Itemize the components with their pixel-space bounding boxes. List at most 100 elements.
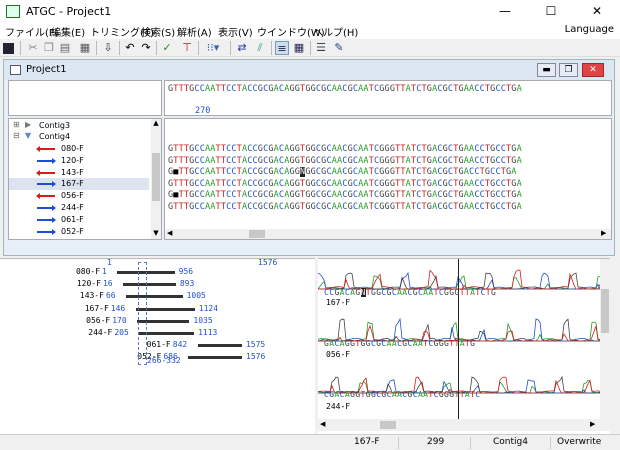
overview-read-bar[interactable] bbox=[197, 344, 242, 348]
consensus-sequence: GTTTGCCAATTCCTACCGCGACAGGTGGCGCAACGCAATC… bbox=[168, 84, 522, 94]
overview-read-end: 1124 bbox=[198, 303, 219, 313]
forward-arrow-icon bbox=[37, 181, 56, 188]
grid-icon[interactable]: ⁝⁝▾ bbox=[203, 41, 223, 55]
toolbar: ✂ ❐ ▤ ▦ ⇩ ↶ ↷ ✓ ⊤ ⁝⁝▾ ⇄ ⫽ ≡ ▦ ☰ ✎ bbox=[0, 39, 620, 57]
compare-icon[interactable]: ⫽ bbox=[253, 41, 267, 55]
overview-read-start: 16 bbox=[102, 279, 113, 289]
trace-view[interactable]: 167-F 056-F 244-F CCGACAGNTGGCGCAACGCAAT… bbox=[318, 258, 610, 434]
paste-icon[interactable]: ▤ bbox=[58, 41, 72, 55]
trace-hscrollbar[interactable]: ◀ ▶ bbox=[318, 419, 610, 431]
view-window-range: 266-332 bbox=[147, 356, 181, 365]
trace-vscrollbar[interactable] bbox=[600, 259, 610, 419]
tree-item-read[interactable]: 143-F bbox=[9, 167, 149, 179]
tree-item-label: 061-F bbox=[61, 214, 84, 224]
alignment-row: GTTTGCCAATTCCTACCGCGACAGGTGGCGCAACGCAATC… bbox=[168, 144, 522, 154]
tree-item-read[interactable]: 080-F bbox=[9, 143, 149, 155]
minimize-button[interactable]: — bbox=[482, 0, 528, 23]
undo-icon[interactable]: ↶ bbox=[123, 41, 137, 55]
save-icon[interactable] bbox=[3, 43, 14, 54]
scroll-down-icon[interactable]: ▼ bbox=[151, 229, 161, 237]
scrollbar-thumb[interactable] bbox=[152, 153, 160, 201]
child-close-button[interactable]: ✕ bbox=[582, 63, 604, 77]
overview-read-name: 120-F bbox=[76, 279, 101, 289]
overview-read-end: 1575 bbox=[245, 340, 266, 350]
assemble-icon[interactable]: ⊤ bbox=[180, 41, 194, 55]
trace-label: 056-F bbox=[326, 350, 351, 359]
alignment-row: GTTTGCCAATTCCTACCGCGACAGGTGGCGCAACGCAATC… bbox=[168, 201, 522, 212]
scrollbar-thumb[interactable] bbox=[601, 289, 609, 333]
tree-item-label: Contig4 bbox=[39, 132, 71, 141]
tick-marks bbox=[192, 98, 611, 106]
contig-tree: ⊞ ▶ Contig3 ⊟ ▼ Contig4 080-F 120-F 143-F 1… bbox=[8, 118, 162, 240]
cut-icon[interactable]: ✂ bbox=[26, 41, 40, 55]
language-menu[interactable]: Language bbox=[565, 24, 614, 35]
overview-read-name: 080-F bbox=[75, 267, 101, 276]
scroll-left-icon[interactable]: ◀ bbox=[320, 420, 325, 428]
tree-scrollbar[interactable]: ▲ ▼ bbox=[151, 119, 161, 239]
menu-help[interactable]: ヘルプ(H) bbox=[313, 24, 358, 39]
view-window-marker[interactable] bbox=[138, 262, 147, 365]
swap-icon[interactable]: ⇄ bbox=[235, 41, 249, 55]
close-button[interactable]: ✕ bbox=[574, 0, 620, 23]
tree-item-read[interactable]: 052-F bbox=[9, 226, 149, 238]
list-view-icon[interactable]: ≡ bbox=[275, 41, 289, 55]
status-position: 299 bbox=[398, 437, 468, 449]
menu-view[interactable]: 表示(V) bbox=[218, 24, 253, 39]
overview-read-name: 167-F bbox=[84, 303, 109, 313]
import-icon[interactable]: ⇩ bbox=[101, 41, 115, 55]
scrollbar-thumb[interactable] bbox=[380, 421, 396, 429]
chromatogram-trace bbox=[318, 269, 600, 290]
alignment-view[interactable]: GTTTGCCAATTCCTACCGCGACAGGTGGCGCAACGCAATC… bbox=[164, 118, 612, 240]
overview-read-bar[interactable] bbox=[122, 283, 176, 287]
menu-edit[interactable]: 編集(E) bbox=[51, 24, 85, 39]
toolbar-separator bbox=[198, 41, 199, 55]
overview-read-name: 056-F bbox=[86, 315, 111, 325]
overview-read-end: 956 bbox=[178, 267, 194, 276]
redo-icon[interactable]: ↷ bbox=[139, 41, 153, 55]
scrollbar-thumb[interactable] bbox=[249, 230, 265, 238]
scroll-up-icon[interactable]: ▲ bbox=[151, 119, 161, 127]
edit-icon[interactable]: ✎ bbox=[332, 41, 346, 55]
tree-item-read[interactable]: 244-F bbox=[9, 202, 149, 214]
trim-icon[interactable]: ✓ bbox=[160, 41, 174, 55]
alignment-hscrollbar[interactable]: ◀ ▶ bbox=[165, 229, 611, 239]
status-read: 167-F bbox=[354, 437, 380, 447]
align-icon[interactable]: ☰ bbox=[314, 41, 328, 55]
overview-read-bar[interactable] bbox=[139, 332, 195, 335]
tree-item-contig4[interactable]: ⊟ ▼ Contig4 bbox=[9, 131, 149, 143]
menu-analysis[interactable]: 解析(A) bbox=[177, 24, 212, 39]
tree-item-read[interactable]: 056-F bbox=[9, 190, 149, 202]
tree-item-read[interactable]: 167-F bbox=[9, 178, 149, 191]
scroll-right-icon[interactable]: ▶ bbox=[590, 420, 595, 428]
collapse-icon[interactable]: ⊟ bbox=[13, 131, 20, 140]
overview-read-end: 1576 bbox=[246, 352, 266, 362]
forward-arrow-icon bbox=[37, 216, 56, 223]
trace-bases: CGACAGGTGGCGCAACGCAATCGGGTTATC bbox=[324, 390, 481, 399]
ruler-label-area bbox=[8, 80, 162, 116]
title-bar: ATGC - Project1 — ☐ ✕ bbox=[0, 0, 620, 23]
overview-read-end: 1005 bbox=[186, 291, 206, 301]
overview-top-end: 1576 bbox=[258, 258, 278, 267]
overview-read-bar[interactable] bbox=[125, 295, 183, 299]
scroll-left-icon[interactable]: ◀ bbox=[167, 229, 172, 237]
tree-item-read[interactable]: 120-F bbox=[9, 155, 149, 167]
chromatogram-trace bbox=[318, 271, 600, 290]
assembly-overview[interactable]: 1 1576 080-F 1 956 120-F 16 893 143-F 66 1005 167… bbox=[0, 258, 315, 434]
print-icon[interactable]: ▦ bbox=[78, 41, 92, 55]
menu-search[interactable]: 検索(S) bbox=[141, 24, 175, 39]
overview-read-end: 893 bbox=[179, 279, 195, 289]
tree-item-label: Contig3 bbox=[39, 121, 71, 130]
copy-icon[interactable]: ❐ bbox=[42, 41, 56, 55]
table-view-icon[interactable]: ▦ bbox=[292, 41, 306, 55]
child-restore-button[interactable]: ❐ bbox=[559, 63, 578, 77]
tree-item-label: 080-F bbox=[61, 144, 84, 153]
tree-item-label: 167-F bbox=[61, 179, 84, 189]
scroll-right-icon[interactable]: ▶ bbox=[601, 229, 606, 237]
maximize-button[interactable]: ☐ bbox=[528, 0, 574, 23]
overview-read-bar[interactable] bbox=[188, 356, 242, 360]
tree-item-read[interactable]: 061-F bbox=[9, 214, 149, 226]
overview-read-end: 1035 bbox=[193, 315, 213, 325]
child-minimize-button[interactable]: ▬ bbox=[537, 63, 556, 77]
expand-icon[interactable]: ⊞ bbox=[13, 120, 20, 129]
status-contig: Contig4 bbox=[470, 437, 550, 449]
